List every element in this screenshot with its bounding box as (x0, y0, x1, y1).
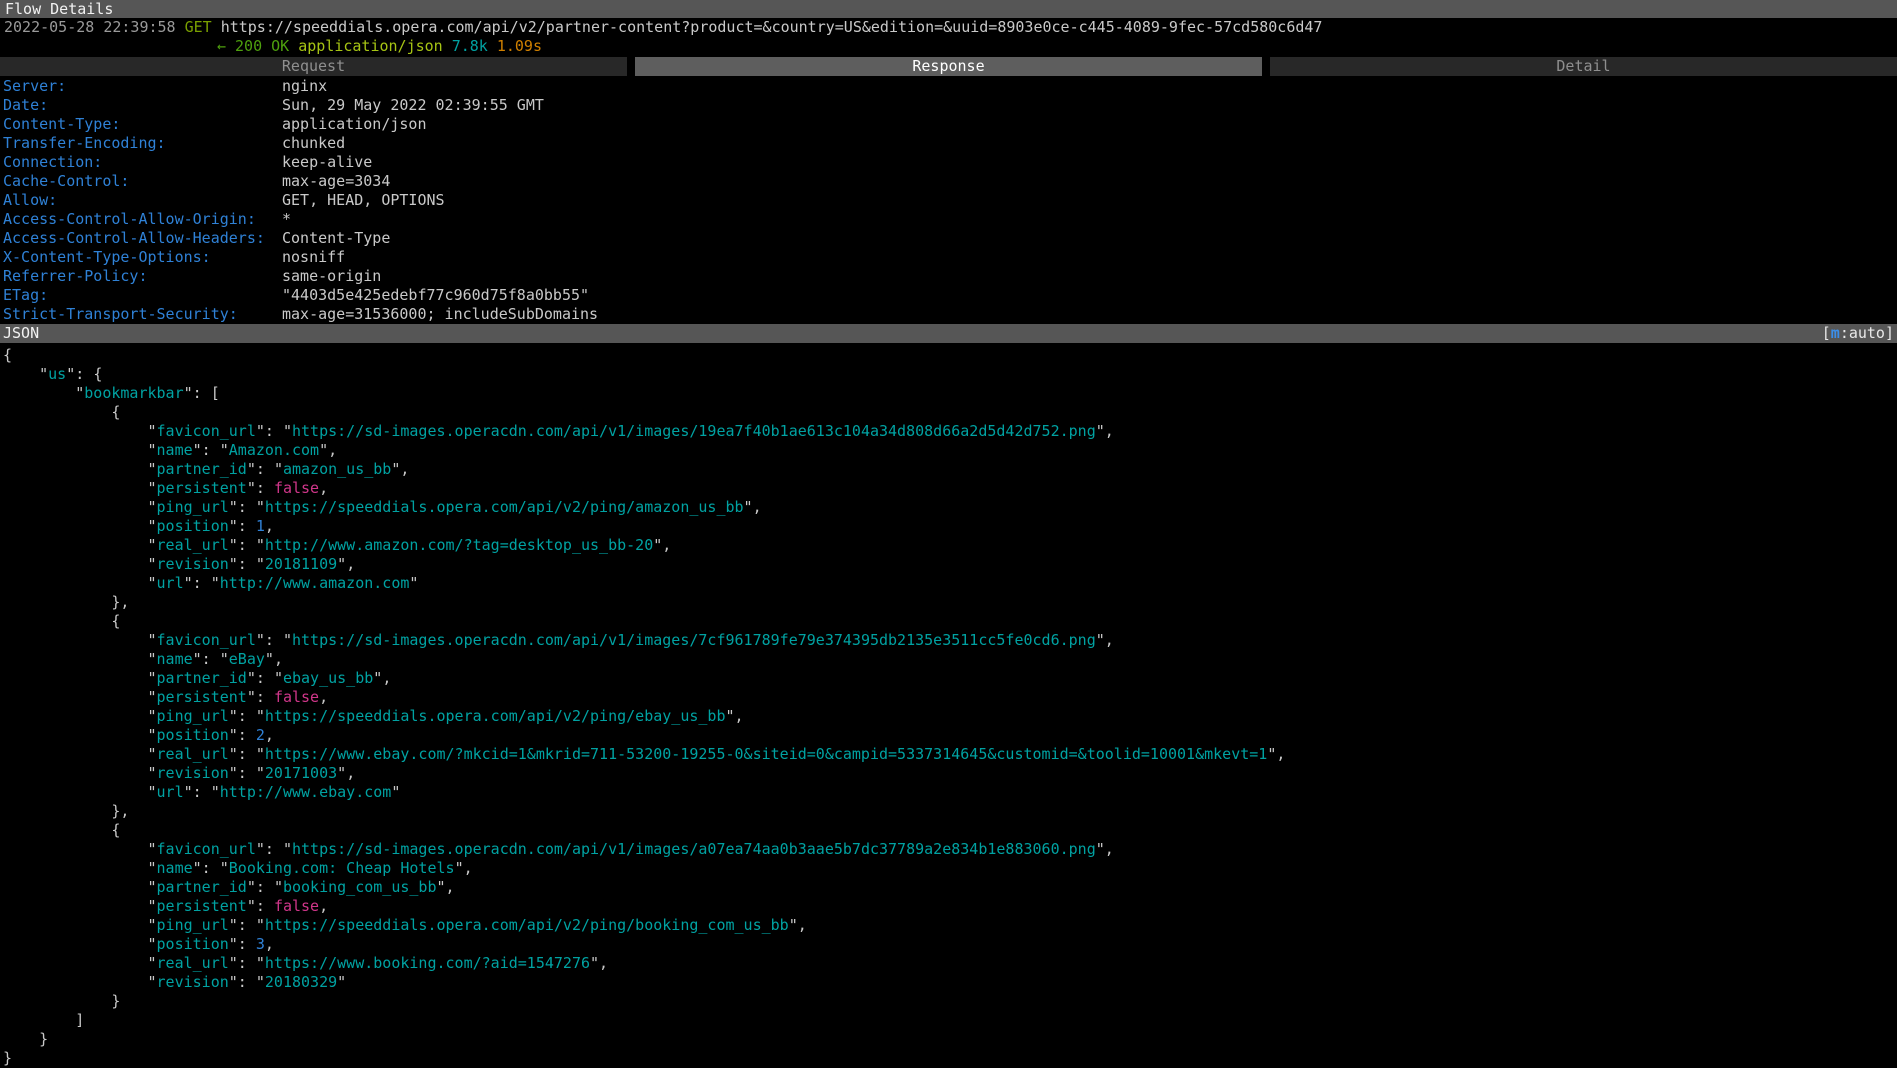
flow-details-window: Flow Details 2022-05-28 22:39:58 GET https… (0, 0, 1897, 1068)
header-name: Referrer-Policy: (3, 267, 148, 285)
header-value: Content-Type (282, 229, 391, 247)
header-value: GET, HEAD, OPTIONS (282, 191, 445, 209)
header-value: max-age=31536000; includeSubDomains (282, 305, 599, 323)
header-value: nginx (282, 77, 328, 95)
header-value: Sun, 29 May 2022 02:39:55 GMT (282, 96, 544, 114)
view-mode-key: m (1830, 324, 1840, 342)
header-name: Access-Control-Allow-Origin: (3, 210, 256, 228)
header-value: chunked (282, 134, 346, 152)
response-header-row: Cache-Control: max-age=3034 (0, 172, 1897, 191)
header-name: Allow: (3, 191, 58, 209)
header-name: X-Content-Type-Options: (3, 248, 211, 266)
tab-request[interactable]: Request (0, 57, 627, 76)
header-name: Access-Control-Allow-Headers: (3, 229, 265, 247)
tab-detail[interactable]: Detail (1270, 57, 1897, 76)
json-section-bar: JSON [m:auto] (0, 324, 1897, 343)
response-header-row: Access-Control-Allow-Origin: * (0, 210, 1897, 229)
header-value: max-age=3034 (282, 172, 391, 190)
request-summary-line: 2022-05-28 22:39:58 GET https://speeddials… (0, 18, 1897, 37)
http-method: GET (184, 18, 212, 36)
response-header-row: Strict-Transport-Security: max-age=315360… (0, 305, 1897, 324)
response-header-row: Access-Control-Allow-Headers: Content-Typ… (0, 229, 1897, 248)
window-title: Flow Details (0, 0, 1897, 18)
header-name: Connection: (3, 153, 103, 171)
response-status: 200 OK (235, 37, 290, 55)
header-name: Date: (3, 96, 49, 114)
response-size: 7.8k (451, 37, 488, 55)
header-value: "4403d5e425edebf77c960d75f8a0bb55" (282, 286, 590, 304)
request-url: https://speeddials.opera.com/api/v2/part… (220, 18, 1323, 36)
json-section-label: JSON (3, 324, 40, 342)
response-duration: 1.09s (496, 37, 542, 55)
response-header-row: Allow: GET, HEAD, OPTIONS (0, 191, 1897, 210)
response-summary-line: ← 200 OK application/json 7.8k 1.09s (0, 37, 1897, 56)
response-arrow-icon: ← (217, 37, 227, 55)
response-content-type: application/json (298, 37, 443, 55)
header-value: application/json (282, 115, 427, 133)
header-name: Server: (3, 77, 67, 95)
flow-timestamp: 2022-05-28 22:39:58 (4, 18, 176, 36)
header-value: * (282, 210, 292, 228)
response-header-row: Date: Sun, 29 May 2022 02:39:55 GMT (0, 96, 1897, 115)
response-header-row: ETag: "4403d5e425edebf77c960d75f8a0bb55" (0, 286, 1897, 305)
header-value: same-origin (282, 267, 382, 285)
tab-response[interactable]: Response (635, 57, 1262, 76)
header-name: Transfer-Encoding: (3, 134, 166, 152)
header-name: ETag: (3, 286, 49, 304)
flow-tabs: Request Response Detail (0, 57, 1897, 76)
header-name: Content-Type: (3, 115, 121, 133)
header-name: Cache-Control: (3, 172, 130, 190)
json-body[interactable]: { "us": { "bookmarkbar": [ { "favicon_ur… (0, 343, 1897, 1068)
view-mode-indicator[interactable]: [m:auto] (1822, 324, 1894, 343)
response-header-row: Transfer-Encoding: chunked (0, 134, 1897, 153)
response-header-row: Referrer-Policy: same-origin (0, 267, 1897, 286)
header-name: Strict-Transport-Security: (3, 305, 238, 323)
response-headers-list: Server: nginx Date: Sun, 29 May 2022 02:39:… (0, 77, 1897, 324)
response-header-row: Connection: keep-alive (0, 153, 1897, 172)
response-header-row: X-Content-Type-Options: nosniff (0, 248, 1897, 267)
header-value: keep-alive (282, 153, 373, 171)
response-header-row: Content-Type: application/json (0, 115, 1897, 134)
response-header-row: Server: nginx (0, 77, 1897, 96)
header-value: nosniff (282, 248, 346, 266)
